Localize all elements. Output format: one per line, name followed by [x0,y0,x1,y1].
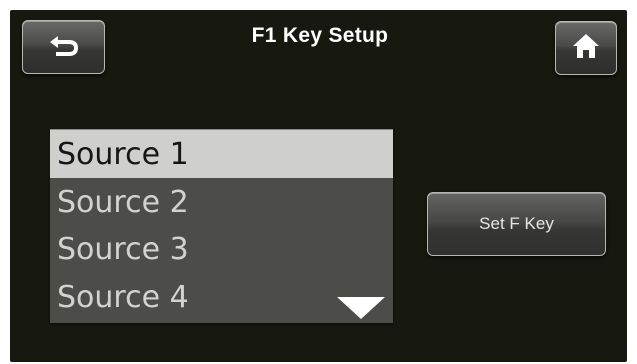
list-item-source-2[interactable]: Source 2 [50,178,393,226]
home-button[interactable] [555,21,617,75]
list-item-source-1[interactable]: Source 1 [50,130,393,178]
home-icon [572,33,600,64]
touch-panel-screen: F1 Key Setup Source 1 Source 2 Source 3 … [10,10,627,362]
page-title: F1 Key Setup [251,24,389,47]
back-button[interactable] [22,20,105,74]
source-list[interactable]: Source 1 Source 2 Source 3 Source 4 [50,129,393,323]
set-f-key-label: Set F Key [479,214,554,233]
back-arrow-icon [47,33,81,62]
list-item-source-3[interactable]: Source 3 [50,225,393,273]
triangle-down-icon[interactable] [337,297,385,319]
set-f-key-button[interactable]: Set F Key [427,192,606,256]
